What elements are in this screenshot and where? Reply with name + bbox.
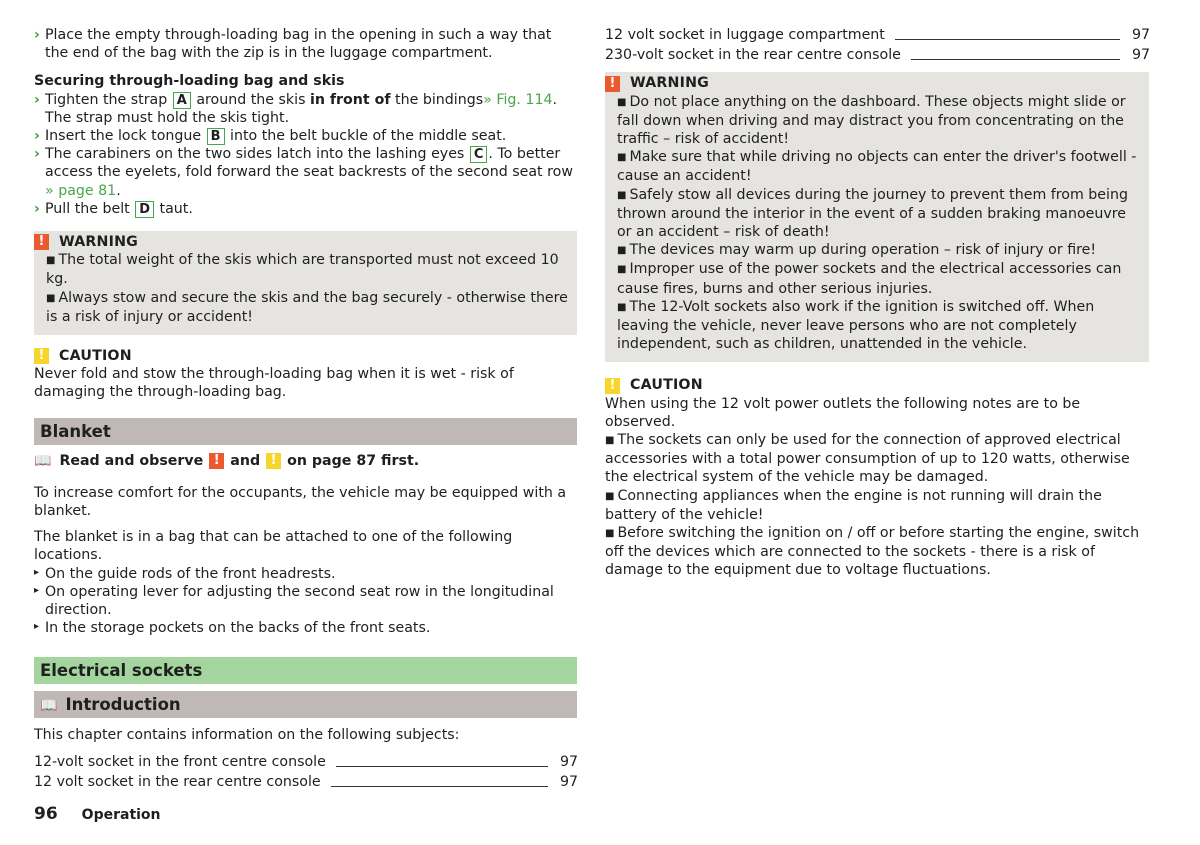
chevron-right-icon: ›: [34, 27, 40, 43]
chevron-right-icon: ›: [34, 91, 40, 108]
footer-section-title: Operation: [81, 807, 161, 823]
caution-icon: !: [34, 348, 49, 365]
chevron-right-icon: ›: [34, 200, 40, 217]
toc-leader: [910, 59, 1120, 61]
left-column: › Place the empty through-loading bag in …: [34, 26, 578, 791]
caution-item: ■ The sockets can only be used for the co…: [605, 432, 1130, 486]
toc-entry[interactable]: 12-volt socket in the front centre conso…: [34, 753, 578, 771]
blanket-paragraph: The blanket is in a bag that can be atta…: [34, 529, 513, 564]
instruction-step: › The carabiners on the two sides latch i…: [34, 146, 573, 199]
instruction-step: › Place the empty through-loading bag in …: [34, 27, 552, 62]
toc-leader: [335, 765, 548, 767]
warning-item: ■ The total weight of the skis which are …: [46, 252, 559, 288]
page-number: 96: [34, 804, 58, 824]
read-observe-note: 📖 Read and observe ! and ! on page 87 fi…: [34, 452, 420, 469]
warning-icon: !: [34, 234, 49, 251]
caution-text: Never fold and stow the through-loading …: [34, 366, 514, 401]
page-link[interactable]: » page 81: [45, 183, 116, 199]
section-heading-electrical-sockets: Electrical sockets: [34, 657, 577, 685]
triangle-bullet-icon: ▸: [34, 621, 40, 633]
warning-item: ■ Always stow and secure the skis and the…: [46, 289, 568, 325]
caution-item: ■ Connecting appliances when the engine i…: [605, 487, 1102, 523]
triangle-bullet-icon: ▸: [34, 584, 40, 596]
warning-header: ! WARNING: [34, 233, 571, 251]
instruction-step: › Insert the lock tongue B into the belt …: [34, 128, 507, 146]
chevron-right-icon: ›: [34, 146, 40, 163]
toc-entry[interactable]: 230-volt socket in the rear centre conso…: [605, 46, 1150, 64]
book-icon: 📖: [40, 698, 58, 715]
figure-label-c: C: [469, 146, 488, 164]
caution-intro: When using the 12 volt power outlets the…: [605, 395, 1081, 430]
warning-box: ! WARNING ■ Do not place anything on the …: [605, 72, 1149, 363]
warning-icon: !: [209, 452, 225, 469]
toc-entry[interactable]: 12 volt socket in the rear centre consol…: [34, 773, 578, 791]
warning-icon: !: [605, 75, 620, 92]
warning-box: ! WARNING ■ The total weight of the skis …: [34, 231, 577, 336]
book-icon: 📖: [34, 452, 52, 469]
warning-item: ■ Make sure that while driving no objects…: [617, 149, 1137, 185]
caution-item: ■ Before switching the ignition on / off …: [605, 525, 1140, 579]
warning-item: ■ Safely stow all devices during the jour…: [617, 186, 1128, 241]
right-column: 12 volt socket in luggage compartment 97 …: [605, 26, 1150, 580]
figure-link[interactable]: » Fig. 114: [483, 92, 552, 108]
caution-header: ! CAUTION: [34, 347, 577, 365]
location-item: ▸ In the storage pockets on the backs of …: [34, 620, 431, 637]
section-heading-introduction: 📖 Introduction: [34, 691, 577, 719]
page-footer: 96 Operation: [34, 805, 161, 824]
figure-label-d: D: [135, 200, 155, 218]
location-item: ▸ On the guide rods of the front headrest…: [34, 565, 336, 582]
location-item: ▸ On operating lever for adjusting the se…: [34, 583, 554, 619]
caution-icon: !: [266, 452, 282, 469]
warning-item: ■ The devices may warm up during operatio…: [617, 242, 1097, 259]
section-heading-blanket: Blanket: [34, 417, 577, 445]
warning-item: ■ The 12-Volt sockets also work if the ig…: [617, 298, 1095, 353]
instruction-step: › Pull the belt D taut.: [34, 200, 193, 218]
caution-box: ! CAUTION When using the 12 volt power o…: [605, 376, 1149, 579]
triangle-bullet-icon: ▸: [34, 566, 40, 578]
figure-label-b: B: [206, 128, 225, 146]
chevron-right-icon: ›: [34, 128, 40, 145]
figure-label-a: A: [172, 91, 191, 109]
caution-icon: !: [605, 377, 620, 394]
intro-text: This chapter contains information on the…: [34, 727, 460, 744]
warning-header: ! WARNING: [605, 74, 1143, 92]
warning-item: ■ Do not place anything on the dashboard.…: [617, 93, 1126, 148]
instruction-step: › Tighten the strap A around the skis in …: [34, 91, 558, 126]
caution-box: ! CAUTION Never fold and stow the throug…: [34, 347, 577, 402]
caution-header: ! CAUTION: [605, 376, 1149, 394]
toc-entry[interactable]: 12 volt socket in luggage compartment 97: [605, 26, 1150, 44]
subheading: Securing through-loading bag and skis: [34, 73, 345, 90]
toc-leader: [330, 786, 548, 788]
toc-leader: [894, 39, 1120, 41]
blanket-paragraph: To increase comfort for the occupants, t…: [34, 484, 567, 520]
warning-item: ■ Improper use of the power sockets and t…: [617, 261, 1122, 297]
